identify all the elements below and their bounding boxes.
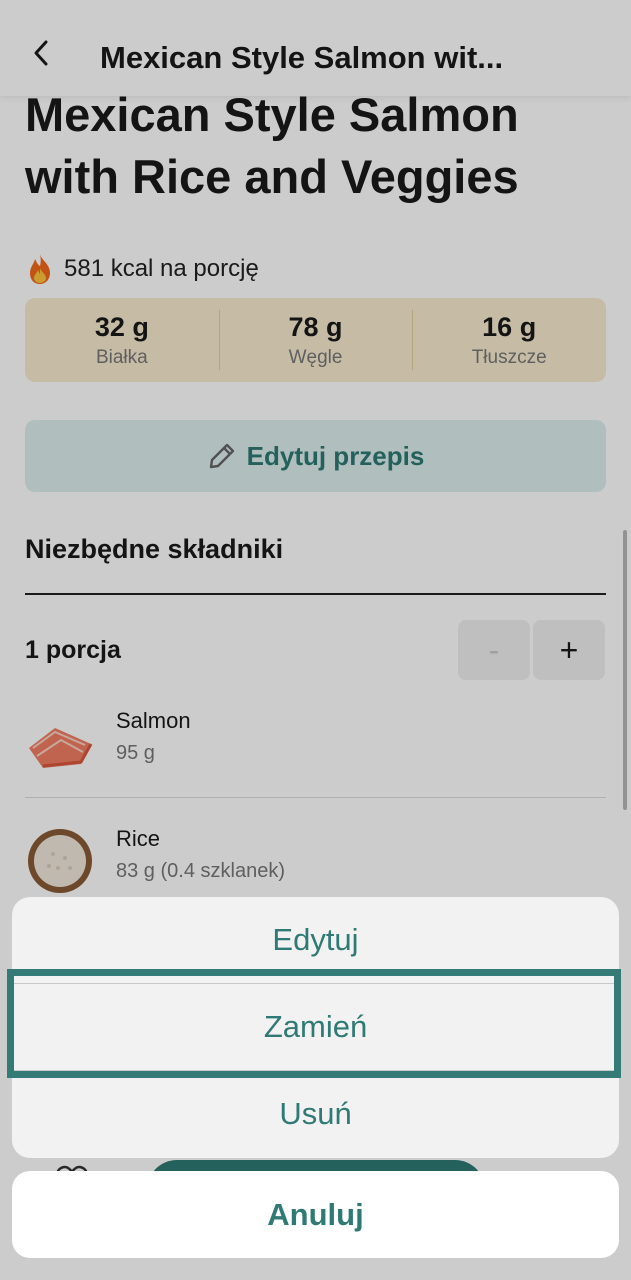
action-replace[interactable]: Zamień	[12, 984, 619, 1070]
action-sheet: Edytuj Zamień Usuń	[12, 897, 619, 1158]
cancel-button[interactable]: Anuluj	[12, 1171, 619, 1258]
action-delete[interactable]: Usuń	[12, 1071, 619, 1157]
action-edit[interactable]: Edytuj	[12, 897, 619, 983]
recipe-screen: Mexican Style Salmon wit... Mexican Styl…	[0, 0, 631, 1280]
